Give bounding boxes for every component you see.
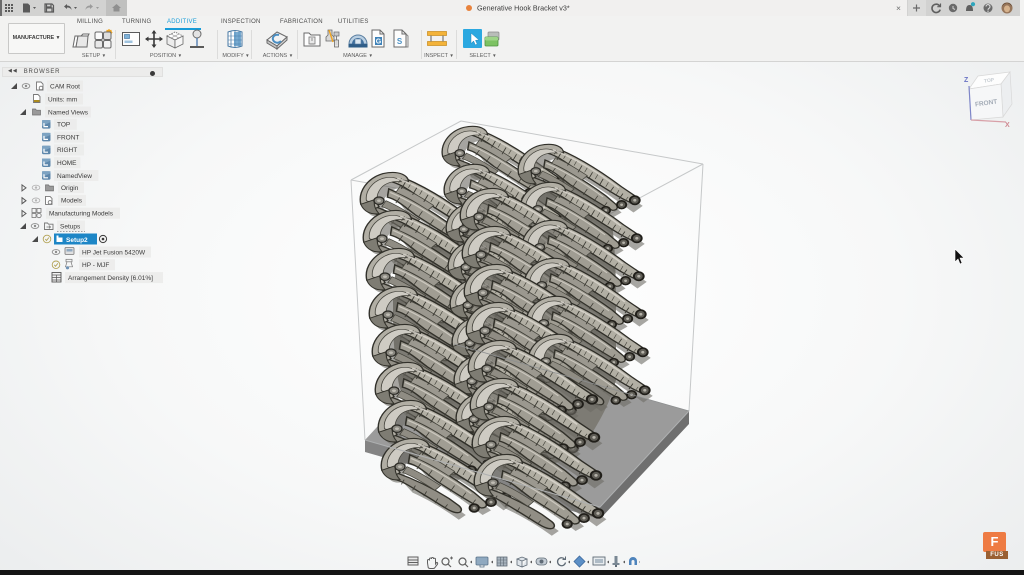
svg-text:G: G [376, 39, 382, 46]
svg-text:Setups: Setups [60, 223, 81, 230]
svg-text:RIGHT: RIGHT [57, 147, 77, 154]
svg-text:FRONT: FRONT [57, 134, 79, 141]
svg-text:NamedView: NamedView [57, 173, 92, 180]
svg-text:HP Jet Fusion 5420W: HP Jet Fusion 5420W [82, 249, 146, 256]
svg-text:Generative Hook Bracket v3*: Generative Hook Bracket v3* [477, 4, 570, 13]
svg-text:Models: Models [61, 198, 83, 205]
svg-text:Arrangement Density [6.01%]: Arrangement Density [6.01%] [68, 275, 153, 282]
svg-text:Units: mm: Units: mm [48, 96, 77, 103]
svg-text:HOME: HOME [57, 160, 77, 167]
svg-text:TOP: TOP [57, 122, 70, 129]
svg-text:Origin: Origin [61, 185, 79, 192]
svg-text:Named Views: Named Views [48, 109, 89, 116]
svg-text:HP - MJF: HP - MJF [82, 262, 109, 269]
svg-text:CAM Root: CAM Root [50, 83, 80, 90]
svg-text:Setup2: Setup2 [66, 237, 88, 244]
svg-text:S: S [397, 37, 403, 46]
svg-text:X: X [1005, 122, 1010, 129]
svg-text:Z: Z [964, 77, 969, 84]
svg-text:Manufacturing Models: Manufacturing Models [49, 211, 114, 218]
svg-text:×: × [896, 3, 901, 13]
